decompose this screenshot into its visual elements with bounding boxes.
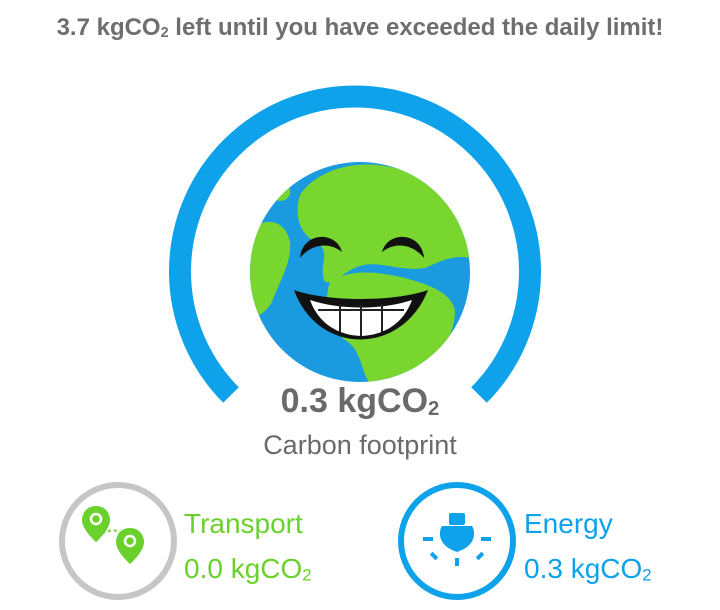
transport-value-subscript: 2 (302, 565, 312, 585)
carbon-footprint-value: 0.3 kgCO2 (0, 382, 720, 421)
carbon-footprint-number: 0.3 kgCO (280, 382, 429, 420)
transport-icon (59, 482, 177, 600)
energy-value: 0.3 kgCO2 (524, 553, 652, 586)
smiling-earth-icon (250, 162, 470, 382)
energy-value-number: 0.3 kgCO (524, 553, 643, 584)
transport-value: 0.0 kgCO2 (184, 553, 312, 586)
energy-label: Energy (524, 508, 613, 539)
energy-value-subscript: 2 (642, 565, 652, 585)
transport-label: Transport (184, 508, 303, 539)
carbon-footprint-label: Carbon footprint (263, 430, 457, 460)
transport-value-number: 0.0 kgCO (184, 553, 303, 584)
light-bulb-icon (398, 482, 516, 600)
carbon-footprint-subscript: 2 (428, 398, 440, 421)
